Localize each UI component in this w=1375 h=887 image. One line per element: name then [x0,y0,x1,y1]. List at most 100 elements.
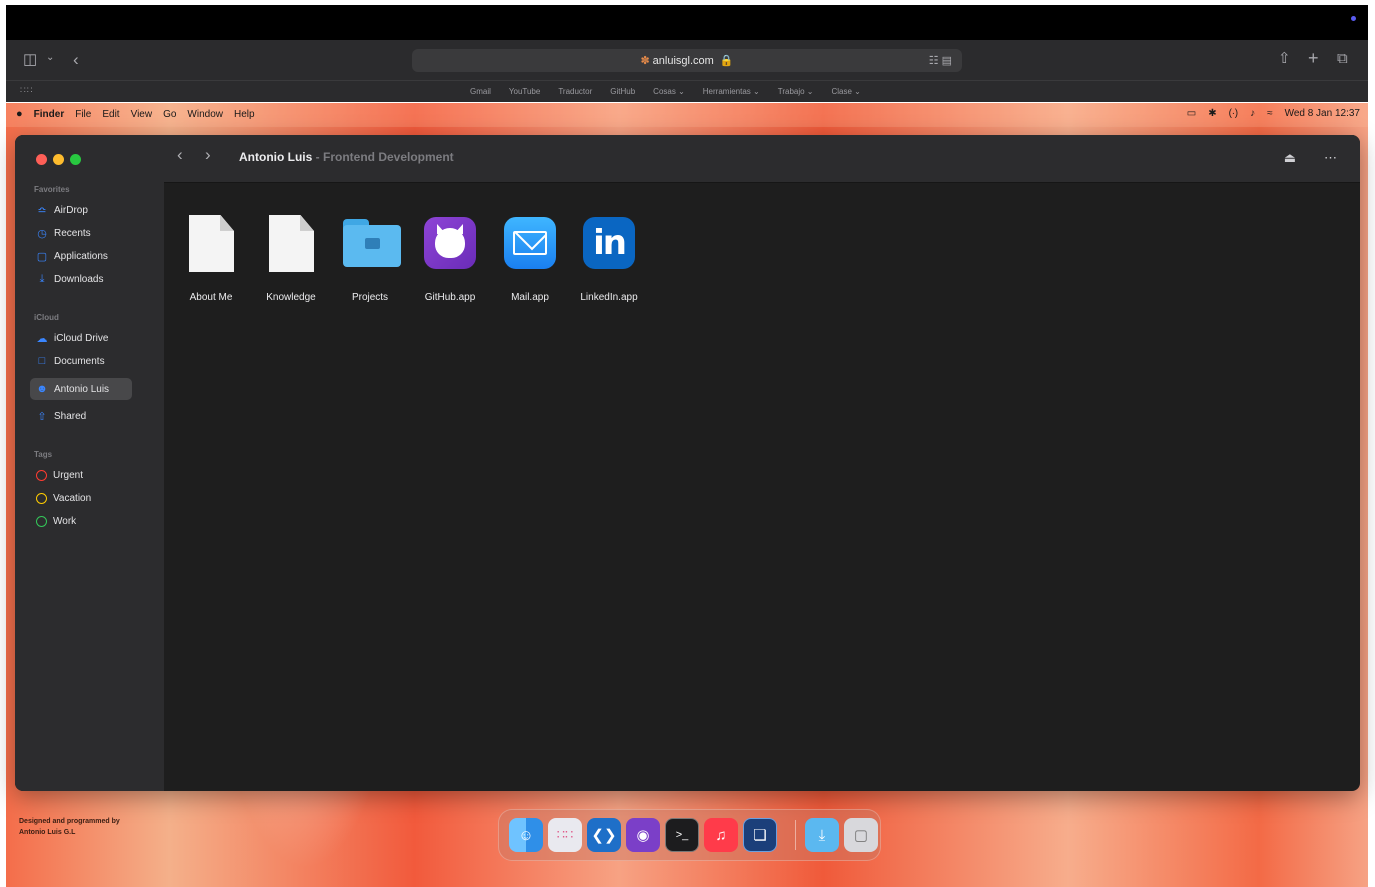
sidebar-icon[interactable]: ◫ [23,52,37,67]
lock-icon: 🔒 [719,55,734,67]
bookmark-item[interactable]: Gmail [470,87,491,96]
person-icon: ☻ [36,383,48,395]
menu-window[interactable]: Window [187,109,223,120]
camera-indicator [1351,16,1356,21]
sidebar-item-label: Documents [54,355,105,367]
finder-content: About Me Knowledge Projects GitHub.app M… [164,183,1360,791]
bookmark-item[interactable]: Trabajo ⌄ [778,87,814,96]
radio-icon[interactable]: (·) [1229,108,1238,119]
sidebar-item-label: Recents [54,227,91,239]
more-icon[interactable]: ⋯ [1324,150,1338,166]
bookmark-item[interactable]: Clase ⌄ [832,87,861,96]
chevron-down-icon[interactable]: ⌄ [46,53,54,63]
sidebar-item-antonio-luis[interactable]: ☻ Antonio Luis [30,378,132,400]
back-icon[interactable]: ‹ [73,51,79,68]
file-label: GitHub.app [424,292,476,303]
tabs-icon[interactable]: ⧉ [1337,51,1348,66]
bookmark-item[interactable]: Cosas ⌄ [653,87,685,96]
sidebar-tag-work[interactable]: Work [30,510,132,532]
credit-line: Designed and programmed by [19,818,120,825]
sidebar-heading-icloud: iCloud [34,313,59,322]
bookmarks-bar: ∷∷ Gmail YouTube Traductor GitHub Cosas … [6,80,1368,102]
forward-icon[interactable]: › [205,145,211,165]
finder-window: Favorites ≏ AirDrop ◷ Recents ▢ Applicat… [15,135,1360,791]
window-title: Antonio Luis - Frontend Development [239,150,454,164]
credit-line: Antonio Luis G.L [19,829,76,836]
bookmark-item[interactable]: YouTube [509,87,540,96]
window-title-subtitle: - Frontend Development [315,150,454,164]
top-bezel [6,5,1368,40]
wifi-icon[interactable]: ≈ [1267,108,1273,119]
virtualbox-icon[interactable]: ❏ [743,818,777,852]
sidebar-item-label: iCloud Drive [54,332,109,344]
address-bar[interactable]: ✽ anluisgl.com 🔒 ☷ ▤ [412,49,962,72]
vscode-icon[interactable]: ❮❯ [587,818,621,852]
menu-bar: ● Finder File Edit View Go Window Help ▭… [6,103,1368,127]
menu-view[interactable]: View [131,109,153,120]
sidebar-item-label: Vacation [53,492,92,504]
finder-titlebar: ‹ › Antonio Luis - Frontend Development … [164,135,1360,183]
safari-toolbar: ◫ ⌄ ‹ ✽ anluisgl.com 🔒 ☷ ▤ ⇧ + ⧉ [6,40,1368,80]
sidebar-heading-tags: Tags [34,450,53,459]
sidebar-tag-vacation[interactable]: Vacation [30,487,132,509]
sidebar-item-recents[interactable]: ◷ Recents [30,222,132,244]
file-label: About Me [189,292,233,303]
minimize-button[interactable] [53,154,64,165]
share-icon: ⇧ [37,410,47,423]
airplay-icon[interactable]: ▭ [1187,108,1196,119]
sidebar-item-airdrop[interactable]: ≏ AirDrop [30,199,132,221]
downloads-folder-icon[interactable]: ⤓ [805,818,839,852]
grid-icon[interactable]: ∷∷ [20,85,33,96]
tag-dot-icon [36,492,47,504]
plus-icon[interactable]: + [1308,49,1319,67]
sidebar-item-downloads[interactable]: ⤓ Downloads [30,268,132,290]
translate-icon[interactable]: ☷ ▤ [929,54,952,67]
menu-app-name[interactable]: Finder [34,109,65,120]
volume-icon[interactable]: ♪ [1250,108,1255,119]
github-icon [424,217,476,269]
sidebar-item-shared[interactable]: ⇧ Shared [30,405,132,427]
bookmark-item[interactable]: Herramientas ⌄ [703,87,760,96]
sidebar-item-applications[interactable]: ▢ Applications [30,245,132,267]
close-button[interactable] [36,154,47,165]
menu-edit[interactable]: Edit [102,109,119,120]
bookmark-item[interactable]: GitHub [610,87,635,96]
finder-icon[interactable]: ☺ [509,818,543,852]
bookmark-item[interactable]: Traductor [558,87,592,96]
github-icon[interactable]: ◉ [626,818,660,852]
dock-separator [795,820,796,850]
sidebar-item-icloud-drive[interactable]: ☁ iCloud Drive [30,327,132,349]
document-icon [189,215,234,272]
clock[interactable]: Wed 8 Jan 12:37 [1285,108,1360,119]
sidebar-item-label: Applications [54,250,108,262]
eject-icon[interactable]: ⏏ [1284,150,1296,166]
sidebar-tag-urgent[interactable]: Urgent [30,464,132,486]
linkedin-icon: in [583,217,635,269]
dock: ☺ ∷∷ ❮❯ ◉ >_ ♫ ❏ ⤓ ▢ [498,809,881,861]
applications-icon: ▢ [36,250,48,263]
sidebar-item-documents[interactable]: □ Documents [30,350,132,372]
menu-go[interactable]: Go [163,109,176,120]
terminal-icon[interactable]: >_ [665,818,699,852]
cloud-icon: ☁ [36,332,48,345]
music-icon[interactable]: ♫ [704,818,738,852]
menu-help[interactable]: Help [234,109,255,120]
apple-icon[interactable]: ● [16,108,23,120]
trash-icon[interactable]: ▢ [844,818,878,852]
tag-dot-icon [36,515,47,527]
sidebar-item-label: Downloads [54,273,104,285]
folder-icon [343,219,401,267]
launchpad-icon[interactable]: ∷∷ [548,818,582,852]
share-icon[interactable]: ⇧ [1278,51,1291,66]
back-icon[interactable]: ‹ [177,145,183,165]
finder-sidebar: Favorites ≏ AirDrop ◷ Recents ▢ Applicat… [15,135,164,791]
site-favicon: ✽ [640,55,650,67]
sidebar-item-label: Shared [54,410,87,422]
zoom-button[interactable] [70,154,81,165]
bookmarks-list: Gmail YouTube Traductor GitHub Cosas ⌄ H… [470,87,861,96]
sidebar-heading-favorites: Favorites [34,185,70,194]
airdrop-icon: ≏ [37,204,47,217]
window-controls [36,154,81,165]
menu-file[interactable]: File [75,109,91,120]
bluetooth-icon[interactable]: ✱ [1208,108,1216,119]
